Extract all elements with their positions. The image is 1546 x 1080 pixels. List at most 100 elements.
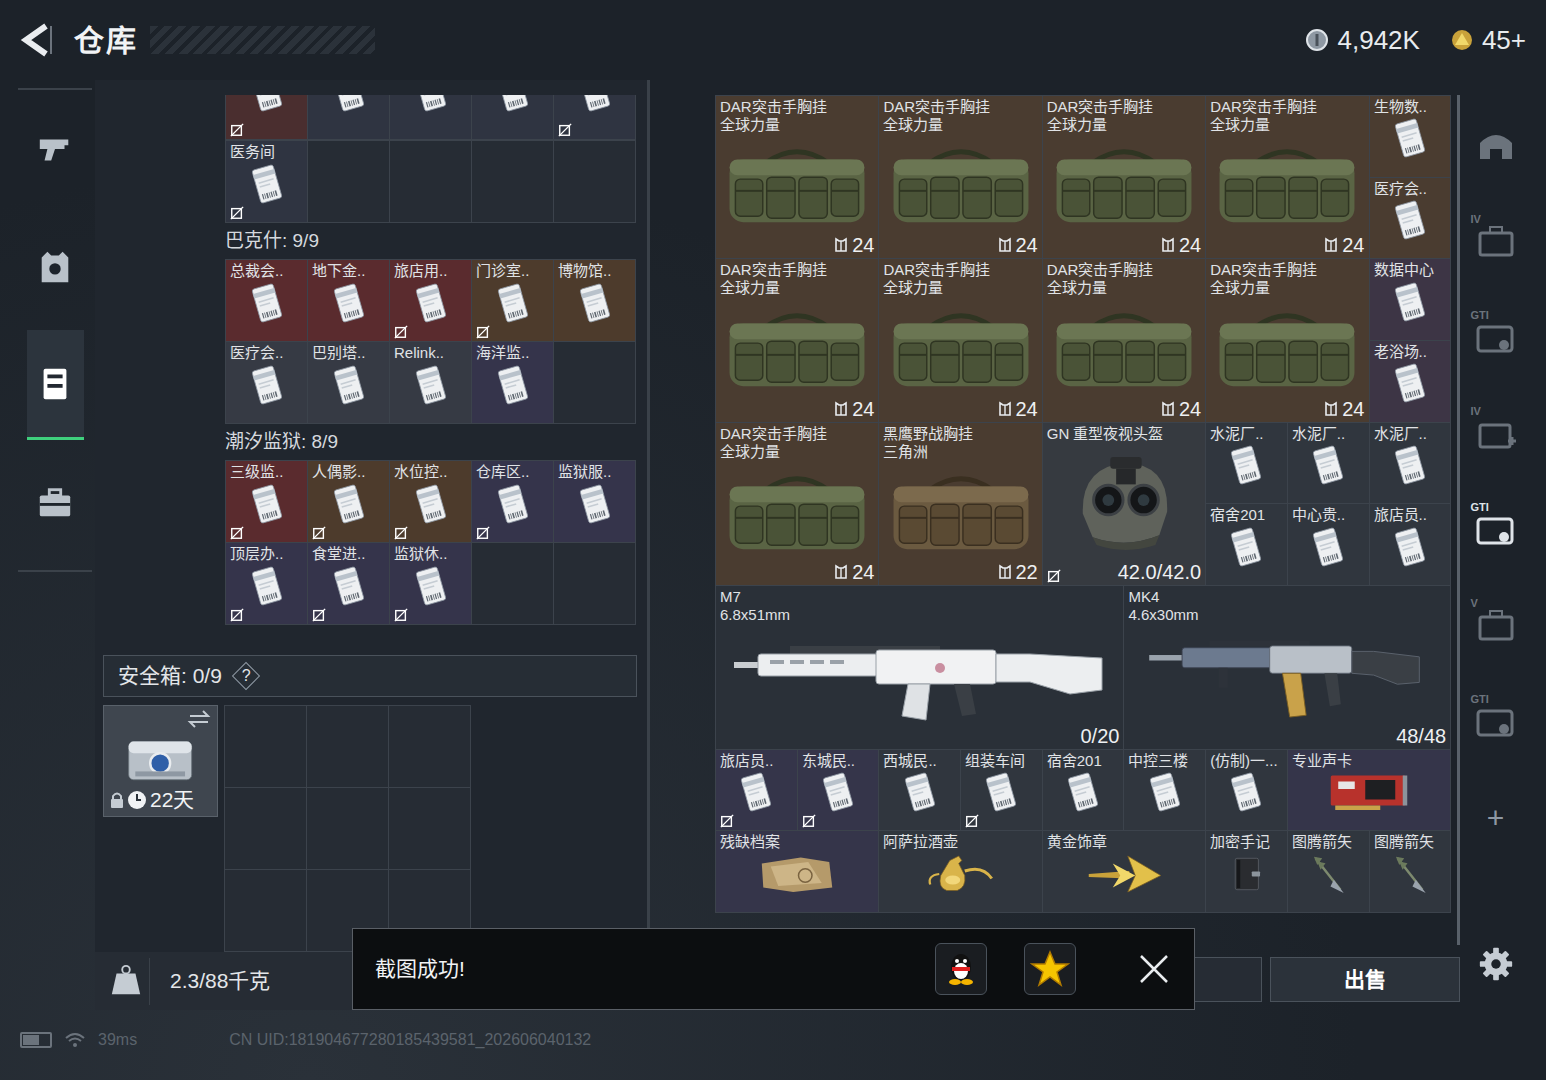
item-slot[interactable]: 组装车间 [961,750,1042,831]
keycard-icon [230,362,303,407]
item-slot[interactable] [226,95,307,139]
item-name: 老浴场.. [1374,343,1447,361]
stash-tab-label: GTI [1470,309,1490,321]
item-slot[interactable]: M76.8x51mm0/20 [716,586,1123,748]
item-slot[interactable]: 人偶影.. [308,461,389,542]
vest-icon [36,248,74,286]
item-slot[interactable]: 水位控.. [390,461,471,542]
item-slot[interactable]: 数据中心 [1370,259,1451,340]
bound-lock-icon [312,526,326,540]
sell-button[interactable]: 出售 [1270,957,1460,1003]
share-qq-button[interactable] [935,943,987,995]
item-slot[interactable]: MK44.6x30mm48/48 [1124,586,1450,748]
item-slot[interactable]: 加密手记 [1206,831,1287,912]
item-slot[interactable]: 黄金饰章 [1043,831,1205,912]
item-slot[interactable]: 生物数.. [1370,96,1451,177]
item-slot[interactable]: DAR突击手胸挂全球力量24 [1206,259,1368,421]
nav-item[interactable] [27,208,84,326]
item-slot[interactable]: 监狱服.. [554,461,635,542]
stash-tab[interactable]: GTI [1466,481,1526,577]
item-slot[interactable]: 医疗会.. [1370,178,1451,259]
item-slot[interactable]: 西城民.. [879,750,960,831]
item-slot[interactable]: 门诊室.. [472,260,553,341]
item-slot[interactable]: 旅店员.. [716,750,797,831]
item-slot[interactable]: 中控三楼 [1124,750,1205,831]
item-slot[interactable] [308,95,389,139]
item-slot[interactable]: 仓库区.. [472,461,553,542]
item-slot[interactable]: DAR突击手胸挂全球力量24 [716,423,878,585]
item-slot[interactable]: 旅店用.. [390,260,471,341]
item-slot[interactable]: 博物馆.. [554,260,635,341]
safe-box-item[interactable]: 22天 [103,705,218,817]
item-slot[interactable]: 图腾箭矢 [1370,831,1451,912]
keycard-icon [558,95,631,123]
stash-tab-label: V [1470,597,1479,609]
stash-tab[interactable]: IV [1466,385,1526,481]
back-button[interactable] [18,22,52,58]
item-slot[interactable]: 专业声卡 [1288,750,1450,831]
item-footer [394,526,467,540]
nav-item[interactable] [27,90,84,208]
item-label: 博物馆.. [558,262,631,280]
item-slot[interactable]: 旅店员.. [1370,504,1451,585]
item-slot[interactable]: 黑鹰野战胸挂三角洲22 [879,423,1041,585]
item-slot[interactable]: 海洋监.. [472,342,553,423]
item-footer: 42.0/42.0 [1047,561,1201,583]
night-vision-helmet-icon [1047,443,1201,561]
item-slot[interactable]: 残缺档案 [716,831,878,912]
bound-lock-icon [476,526,490,540]
item-slot[interactable]: 图腾箭矢 [1288,831,1369,912]
stash-tab[interactable]: V [1466,577,1526,673]
item-slot[interactable] [390,95,471,139]
item-slot[interactable]: 三级监.. [226,461,307,542]
item-slot[interactable]: 水泥厂.. [1370,423,1451,504]
item-slot[interactable] [472,95,553,139]
item-count: 0/20 [1081,725,1120,747]
item-slot[interactable]: 阿萨拉酒壶 [879,831,1041,912]
stash-tab[interactable] [1466,97,1526,193]
item-slot[interactable]: DAR突击手胸挂全球力量24 [879,96,1041,258]
item-slot[interactable]: 食堂进.. [308,543,389,624]
stash-tab[interactable]: GTI [1466,673,1526,769]
item-slot[interactable]: 总裁会.. [226,260,307,341]
item-slot[interactable]: 老浴场.. [1370,341,1451,422]
item-slot[interactable] [554,95,635,139]
item-slot[interactable]: GN 重型夜视头盔42.0/42.0 [1043,423,1205,585]
item-slot[interactable]: 监狱休.. [390,543,471,624]
item-slot[interactable]: (仿制)一... [1206,750,1287,831]
item-name: 中心贵.. [1292,506,1365,524]
item-slot[interactable]: 东城民.. [798,750,879,831]
item-slot[interactable]: 中心贵.. [1288,504,1369,585]
item-slot[interactable]: DAR突击手胸挂全球力量24 [879,259,1041,421]
item-footer [1292,487,1365,501]
item-slot[interactable]: 宿舍201 [1206,504,1287,585]
item-subtitle: 全球力量 [883,116,1037,134]
item-slot[interactable]: 顶层办.. [226,543,307,624]
nav-item[interactable] [27,444,84,562]
item-slot[interactable]: 水泥厂.. [1206,423,1287,504]
item-footer [883,814,956,828]
item-slot[interactable]: DAR突击手胸挂全球力量24 [716,259,878,421]
item-slot[interactable]: 水泥厂.. [1288,423,1369,504]
item-slot[interactable]: DAR突击手胸挂全球力量24 [1043,96,1205,258]
add-tab-button[interactable]: + [1466,769,1526,865]
item-slot[interactable]: DAR突击手胸挂全球力量24 [1043,259,1205,421]
rifle-icon [720,624,1119,724]
item-slot[interactable]: 地下金.. [308,260,389,341]
stash-tab[interactable]: IV [1466,193,1526,289]
share-qzone-button[interactable] [1024,943,1076,995]
nav-item[interactable] [27,330,84,440]
item-slot[interactable]: 巴别塔.. [308,342,389,423]
settings-button[interactable] [1477,945,1515,983]
help-button[interactable]: ? [232,662,260,690]
item-slot[interactable]: DAR突击手胸挂全球力量24 [1206,96,1368,258]
item-slot[interactable]: 医务间 [226,141,307,222]
scrollbar[interactable] [1457,95,1460,945]
item-slot[interactable]: Relink.. [390,342,471,423]
item-name: DAR突击手胸挂 [720,261,874,279]
item-slot[interactable]: 医疗会.. [226,342,307,423]
item-slot[interactable]: DAR突击手胸挂全球力量24 [716,96,878,258]
close-toast-button[interactable] [1134,949,1174,989]
item-slot[interactable]: 宿舍201 [1043,750,1124,831]
stash-tab[interactable]: GTI [1466,289,1526,385]
